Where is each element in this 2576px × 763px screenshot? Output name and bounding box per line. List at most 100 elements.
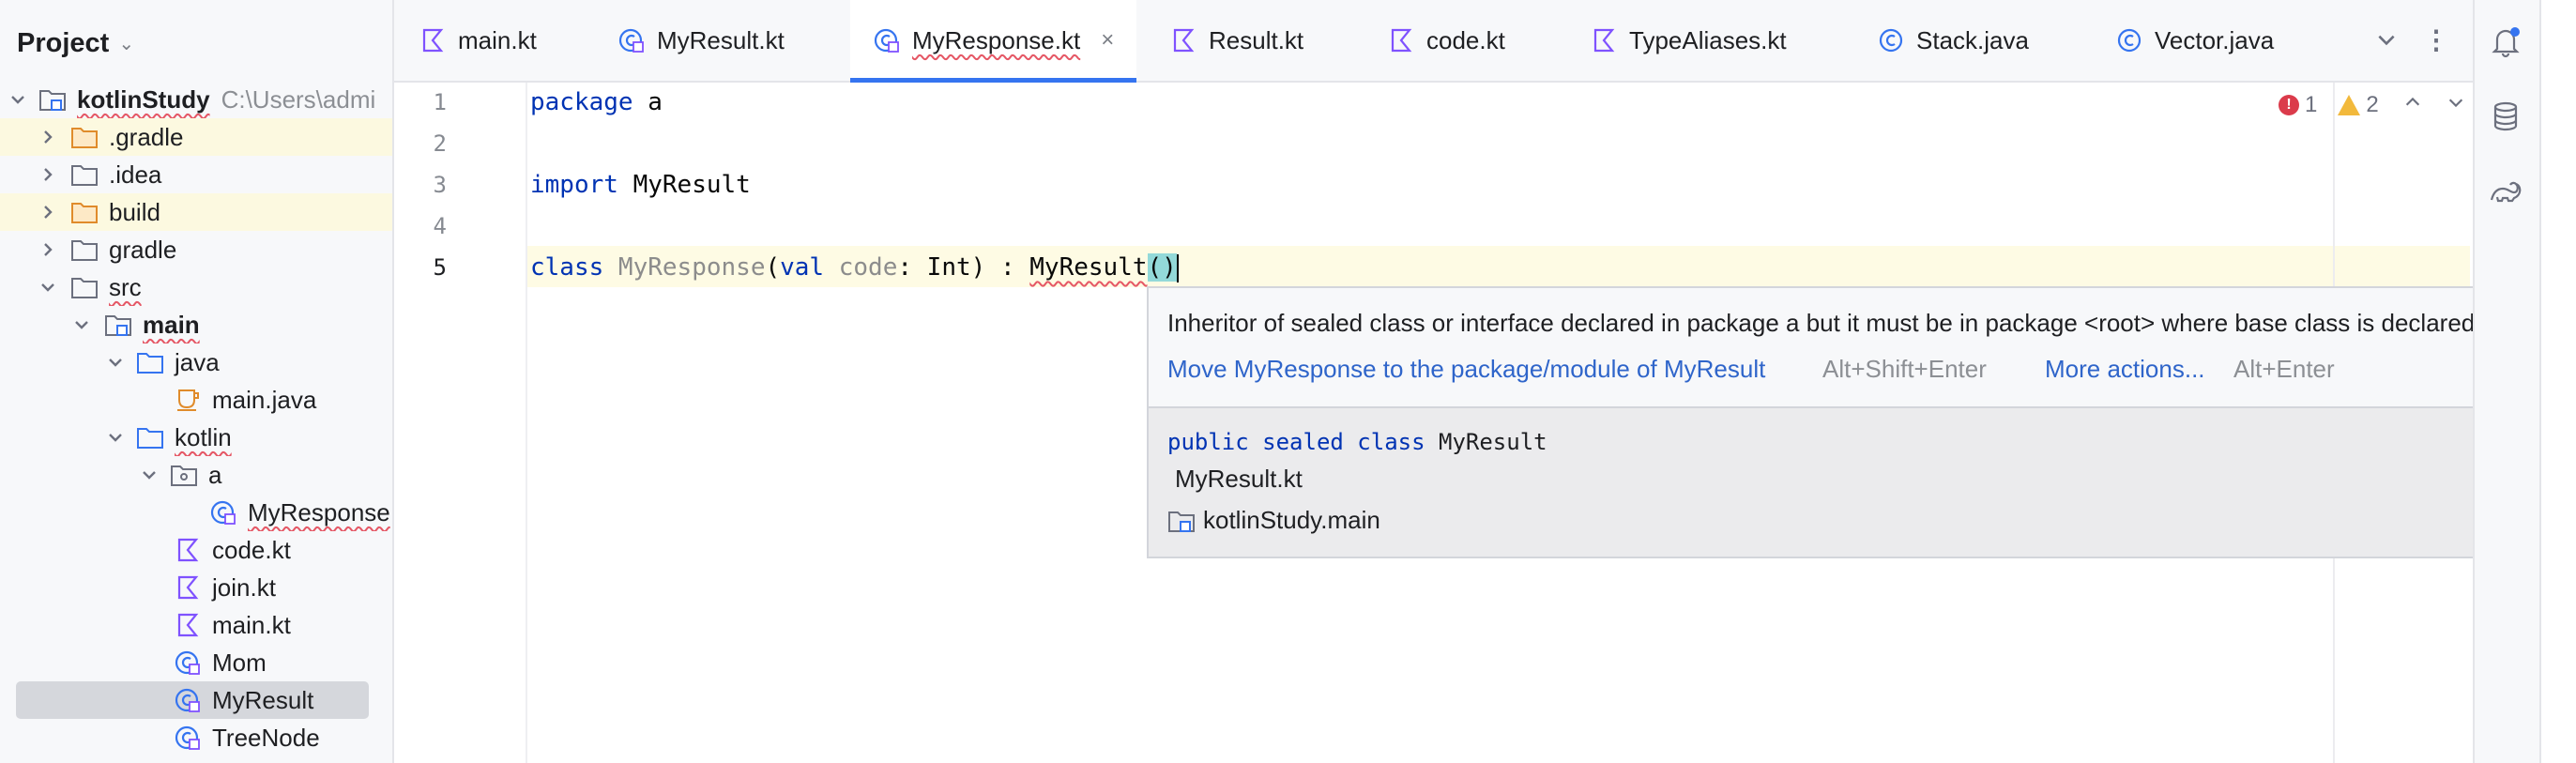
chevron-down-icon[interactable] xyxy=(8,89,28,110)
chevron-right-icon[interactable] xyxy=(38,164,58,185)
doc-class-name[interactable]: MyResult xyxy=(1425,429,1547,455)
tree-row-main-kt[interactable]: main.kt xyxy=(0,606,392,644)
folder-icon xyxy=(69,161,99,188)
tree-row-kotlin[interactable]: kotlin xyxy=(0,419,392,456)
keyword: package xyxy=(530,88,633,116)
java-file-icon xyxy=(173,387,203,413)
tree-row-idea[interactable]: .idea xyxy=(0,156,392,193)
tab-label: TypeAliases.kt xyxy=(1629,25,1787,54)
tree-row-gradle[interactable]: gradle xyxy=(0,231,392,268)
tree-label: Mom xyxy=(212,648,267,677)
package-icon xyxy=(169,462,199,488)
tree-label: TreeNode xyxy=(212,723,320,752)
code-text: MyResult xyxy=(617,171,751,199)
tab-main-kt[interactable]: main.kt xyxy=(419,0,537,81)
chevron-right-icon[interactable] xyxy=(38,239,58,260)
tab-myresult-kt[interactable]: MyResult.kt xyxy=(617,0,785,81)
tree-row-main[interactable]: main xyxy=(0,306,392,343)
tree-row-main-java[interactable]: main.java xyxy=(0,381,392,419)
kotlin-class-icon xyxy=(208,499,238,526)
quick-fix-shortcut: Alt+Shift+Enter xyxy=(1822,355,1987,383)
tree-path: C:\Users\admi xyxy=(221,84,376,114)
chevron-down-icon[interactable] xyxy=(71,314,92,335)
chevron-down-icon[interactable] xyxy=(105,427,126,448)
more-actions-link[interactable]: More actions... xyxy=(2045,355,2205,384)
notifications-icon[interactable] xyxy=(2487,23,2524,60)
java-class-icon xyxy=(2115,26,2143,54)
inspection-widget[interactable]: ! 1 2 xyxy=(2279,86,2465,124)
tab-label: Result.kt xyxy=(1209,25,1304,54)
gradle-icon[interactable] xyxy=(2487,173,2524,210)
tree-label: .gradle xyxy=(109,122,184,151)
source-folder-icon xyxy=(135,424,165,450)
matched-parens: () xyxy=(1147,253,1177,282)
tab-label: Stack.java xyxy=(1916,25,2029,54)
more-vertical-icon[interactable]: ⋮ xyxy=(2419,23,2453,56)
tree-row-kotlinstudy[interactable]: kotlinStudy C:\Users\admi xyxy=(0,81,392,118)
tree-row-src[interactable]: src xyxy=(0,268,392,306)
tree-label: kotlinStudy xyxy=(77,84,210,114)
module-folder-icon xyxy=(38,86,68,113)
kotlin-file-icon xyxy=(1590,26,1618,54)
tree-row-package-a[interactable]: a xyxy=(0,456,392,494)
doc-signature: public sealed class MyResult xyxy=(1167,429,1547,455)
chevron-up-icon[interactable] xyxy=(2403,92,2422,118)
line-number: 2 xyxy=(433,130,447,157)
tab-result-kt[interactable]: Result.kt xyxy=(1169,0,1303,81)
doc-module: kotlinStudy.main xyxy=(1167,506,1380,535)
tab-myresponse-kt[interactable]: MyResponse.kt × xyxy=(850,0,1137,83)
error-tooltip-popup: Inheritor of sealed class or interface d… xyxy=(1147,286,2576,558)
code-line-1[interactable]: package a xyxy=(530,82,663,123)
tab-typealiases-kt[interactable]: TypeAliases.kt xyxy=(1590,0,1787,81)
kotlin-file-icon xyxy=(173,612,203,638)
project-view-selector[interactable]: Project ⌄ xyxy=(17,24,134,62)
tab-code-kt[interactable]: code.kt xyxy=(1387,0,1505,81)
tree-row-join-kt[interactable]: join.kt xyxy=(0,569,392,606)
chevron-right-icon[interactable] xyxy=(38,127,58,147)
tree-row-gradle-cache[interactable]: .gradle xyxy=(0,118,392,156)
line-number: 4 xyxy=(433,213,447,239)
tree-row-java[interactable]: java xyxy=(0,343,392,381)
code-line-3[interactable]: import MyResult xyxy=(530,164,751,206)
chevron-down-icon[interactable] xyxy=(105,352,126,373)
tree-label: gradle xyxy=(109,235,177,264)
tab-label: Vector.java xyxy=(2155,25,2275,54)
tab-vector-java[interactable]: Vector.java xyxy=(2115,0,2274,81)
window-edge xyxy=(2539,0,2576,763)
tree-row-code-kt[interactable]: code.kt xyxy=(0,531,392,569)
chevron-right-icon[interactable] xyxy=(38,202,58,222)
chevron-down-icon[interactable] xyxy=(38,277,58,298)
tab-label: code.kt xyxy=(1426,25,1505,54)
tree-label: src xyxy=(109,272,142,301)
module-folder-icon xyxy=(1168,511,1195,532)
code-line-5[interactable]: class MyResponse(val code: Int) : MyResu… xyxy=(530,247,1179,288)
doc-module-name: kotlinStudy.main xyxy=(1203,506,1380,534)
database-icon[interactable] xyxy=(2487,98,2524,135)
quick-fix-link[interactable]: Move MyResponse to the package/module of… xyxy=(1167,355,1765,384)
kotlin-file-icon xyxy=(1387,26,1415,54)
quick-doc: public sealed class MyResult MyResult.kt… xyxy=(1149,406,2574,557)
tree-row-myresponse[interactable]: MyResponse xyxy=(0,494,392,531)
code-text: a xyxy=(633,88,663,116)
chevron-down-icon[interactable] xyxy=(2370,23,2403,56)
chevron-down-icon[interactable] xyxy=(2446,92,2465,118)
tree-row-mom[interactable]: Mom xyxy=(0,644,392,681)
tab-stack-java[interactable]: Stack.java xyxy=(1877,0,2029,81)
tree-label: a xyxy=(208,460,222,489)
error-icon: ! xyxy=(2279,95,2299,115)
tree-row-treenode[interactable]: TreeNode xyxy=(0,719,392,756)
keyword: val xyxy=(780,253,825,282)
tree-label: MyResponse xyxy=(248,497,390,526)
kotlin-class-icon xyxy=(617,26,646,54)
chevron-down-icon[interactable] xyxy=(139,465,160,485)
param-name: code xyxy=(824,253,898,282)
tree-row-build[interactable]: build xyxy=(0,193,392,231)
excluded-folder-icon xyxy=(69,199,99,225)
code-text: ( xyxy=(765,253,781,282)
tree-label: build xyxy=(109,197,160,226)
tree-row-myresult[interactable]: MyResult xyxy=(16,681,369,719)
tree-label: main.java xyxy=(212,385,317,414)
close-icon[interactable]: × xyxy=(1101,27,1114,53)
line-number: 3 xyxy=(433,172,447,198)
tab-label: MyResponse.kt xyxy=(912,25,1081,54)
